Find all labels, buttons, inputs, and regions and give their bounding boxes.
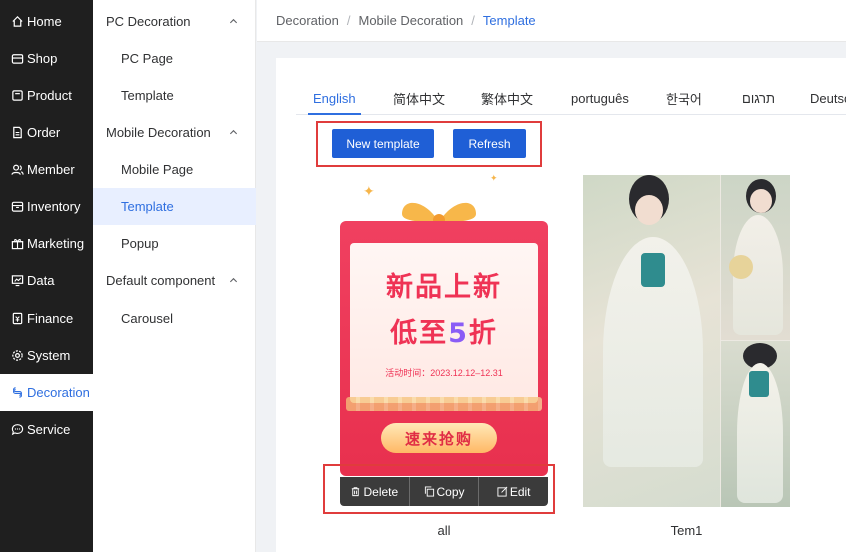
nav-label: Order	[27, 125, 61, 140]
gear-icon	[11, 349, 24, 362]
submenu-item-pc-template[interactable]: Template	[93, 77, 256, 114]
nav-label: Shop	[27, 51, 58, 66]
poster-headline: 新品上新	[386, 272, 502, 303]
fan-shape	[729, 255, 753, 279]
figure-face	[635, 195, 663, 225]
submenu-item-mobile-page[interactable]: Mobile Page	[93, 151, 256, 188]
submenu-group-label: Default component	[106, 273, 216, 288]
nav-label: Member	[27, 162, 75, 177]
submenu-group-label: Mobile Decoration	[106, 125, 211, 140]
nav-item-home[interactable]: Home	[0, 3, 93, 40]
shop-icon	[11, 52, 24, 65]
submenu-item-popup[interactable]: Popup	[93, 225, 256, 262]
poster-subheadline-number: 5	[448, 318, 469, 349]
language-tabs: English 简体中文 繁体中文 português 한국어 תרגום De…	[296, 82, 846, 115]
nav-label: Data	[27, 273, 55, 288]
poster-subheadline: 低至5折	[340, 311, 548, 350]
poster-subheadline-prefix: 低至	[390, 318, 449, 349]
submenu-group-default-component[interactable]: Default component	[93, 262, 256, 299]
tab-english[interactable]: English	[308, 82, 361, 115]
nav-item-order[interactable]: Order	[0, 114, 93, 151]
nav-item-finance[interactable]: Finance	[0, 300, 93, 337]
template-thumbnail-all[interactable]: 新品上新 低至5折 活动时间：2023.12.12–12.31 速来抢购	[340, 221, 548, 476]
nav-label: Decoration	[27, 385, 90, 400]
sparkle-icon: ✦	[490, 173, 498, 183]
tab-simplified-chinese[interactable]: 简体中文	[393, 82, 445, 114]
poster-subheadline-suffix: 折	[468, 318, 498, 349]
nav-label: Home	[27, 14, 62, 29]
submenu-item-carousel[interactable]: Carousel	[93, 300, 256, 337]
submenu-item-label: Mobile Page	[121, 162, 194, 177]
data-icon	[11, 274, 24, 287]
nav-item-inventory[interactable]: Inventory	[0, 188, 93, 225]
tab-hebrew[interactable]: תרגום	[742, 82, 775, 114]
sparkle-icon: ✦	[363, 183, 375, 199]
submenu-group-pc-decoration[interactable]: PC Decoration	[93, 3, 256, 40]
template-name: Tem1	[670, 523, 703, 538]
nav-item-system[interactable]: System	[0, 337, 93, 374]
submenu-group-mobile-decoration[interactable]: Mobile Decoration	[93, 114, 256, 151]
breadcrumb-item-template: Template	[482, 13, 536, 28]
main-nav: Home Shop Product Order Member Inventory…	[0, 0, 93, 552]
chat-icon	[11, 423, 24, 436]
template-card: English 简体中文 繁体中文 português 한국어 תרגום De…	[276, 58, 846, 552]
chevron-up-icon	[229, 277, 238, 283]
actions-highlight	[323, 464, 555, 514]
nav-label: Inventory	[27, 199, 81, 214]
poster-coins-decoration	[346, 397, 542, 411]
breadcrumb-separator: /	[346, 13, 351, 28]
chevron-up-icon	[229, 129, 238, 135]
tab-korean[interactable]: 한국어	[666, 82, 702, 114]
nav-item-member[interactable]: Member	[0, 151, 93, 188]
template-thumbnail-tem1[interactable]	[583, 175, 790, 507]
template-name: all	[437, 523, 451, 538]
order-icon	[11, 126, 24, 139]
nav-label: Product	[27, 88, 72, 103]
submenu-group-label: PC Decoration	[106, 14, 191, 29]
home-icon	[11, 15, 24, 28]
breadcrumb-item-decoration[interactable]: Decoration	[276, 13, 339, 28]
figure-bodice	[641, 253, 665, 287]
poster-date: 活动时间：2023.12.12–12.31	[385, 368, 503, 378]
tab-portuguese[interactable]: português	[571, 82, 629, 114]
submenu-item-mobile-template[interactable]: Template	[93, 188, 256, 225]
nav-item-shop[interactable]: Shop	[0, 40, 93, 77]
finance-icon	[11, 312, 24, 325]
nav-label: Service	[27, 422, 71, 437]
nav-item-data[interactable]: Data	[0, 262, 93, 299]
submenu-item-pc-page[interactable]: PC Page	[93, 40, 256, 77]
tab-german[interactable]: Deutsch	[810, 82, 846, 114]
gift-bow-icon	[402, 202, 476, 224]
nav-item-decoration[interactable]: Decoration	[0, 374, 93, 411]
decoration-icon	[11, 386, 24, 399]
nav-label: Finance	[27, 311, 74, 326]
nav-label: Marketing	[27, 236, 85, 251]
nav-label: System	[27, 348, 71, 363]
new-template-button[interactable]: New template	[332, 129, 434, 158]
figure-face	[750, 189, 772, 213]
figure-bodice	[749, 371, 769, 397]
submenu-item-label: Popup	[121, 236, 159, 251]
nav-item-product[interactable]: Product	[0, 77, 93, 114]
breadcrumb-item-mobile-decoration[interactable]: Mobile Decoration	[359, 13, 464, 28]
submenu-item-label: Template	[121, 199, 174, 214]
breadcrumb: Decoration / Mobile Decoration / Templat…	[257, 0, 846, 42]
chevron-up-icon	[229, 18, 238, 24]
sub-menu: PC Decoration PC Page Template Mobile De…	[93, 0, 256, 552]
nav-item-marketing[interactable]: Marketing	[0, 225, 93, 262]
refresh-button[interactable]: Refresh	[453, 129, 526, 158]
submenu-item-label: PC Page	[121, 51, 174, 66]
member-icon	[11, 163, 24, 176]
tab-traditional-chinese[interactable]: 繁体中文	[481, 82, 533, 114]
nav-item-service[interactable]: Service	[0, 411, 93, 448]
submenu-item-label: Carousel	[121, 311, 174, 326]
poster-cta: 速来抢购	[381, 423, 497, 453]
inventory-icon	[11, 200, 24, 213]
submenu-item-label: Template	[121, 88, 174, 103]
product-icon	[11, 89, 24, 102]
gift-icon	[11, 237, 24, 250]
breadcrumb-separator: /	[471, 13, 475, 28]
